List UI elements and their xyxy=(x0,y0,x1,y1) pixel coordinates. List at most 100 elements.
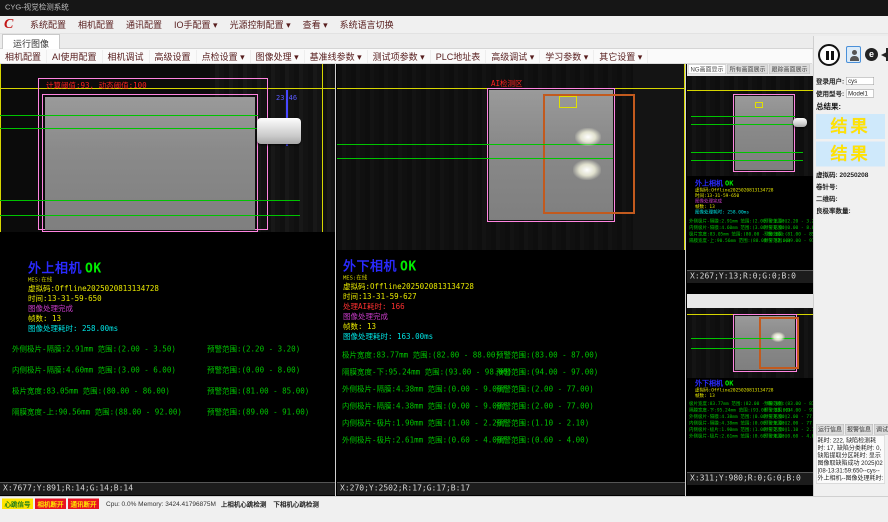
exit-button[interactable] xyxy=(881,47,888,63)
defect-box xyxy=(559,96,577,108)
guide-line-yellow xyxy=(0,64,1,232)
view-tab-ng[interactable]: NG画面显示 xyxy=(688,65,726,75)
menu-camera-config[interactable]: 相机配置 xyxy=(72,18,120,31)
tool-image-processing[interactable]: 图像处理 ▾ xyxy=(251,50,305,63)
process-elapsed: 图像处理耗时: 163.00ms xyxy=(343,332,685,342)
result-ok: OK xyxy=(85,261,102,276)
main-content: 计算阈值:93, 动态阈值:100 23.46 外上相机OK MES:在线 虚拟… xyxy=(0,64,888,496)
window-title: CYG-视觉检测系统 xyxy=(0,0,888,12)
camera-status-badge: 相机断开 xyxy=(35,499,66,510)
measure-line-green xyxy=(0,115,258,116)
tool-other-settings[interactable]: 其它设置 ▾ xyxy=(594,50,648,63)
tool-advanced-debug[interactable]: 高级调试 ▾ xyxy=(486,50,540,63)
measurement-row: 内侧极片-隔膜:4.38mm 范围:(0.00 - 9.00)预警范围:(2.0… xyxy=(342,398,685,415)
mini-view-upper[interactable]: 外上相机OK 虚拟码:Offline2025020813134728 时间:13… xyxy=(687,76,813,294)
pixel-coord-bar: X:270;Y:2502;R:17;G:17;B:17 xyxy=(337,482,685,495)
ai-detect-rect xyxy=(543,94,635,214)
app-logo-icon: C xyxy=(4,18,20,32)
mini-view-column: NG画面显示所有画面展示跟踪画面展示 xyxy=(687,64,813,496)
frame-count: 帧数: 13 xyxy=(343,322,685,332)
user-icon xyxy=(852,50,857,55)
menu-io-config[interactable]: IO手配置 ▾ xyxy=(168,18,224,31)
result-block-2: 结果 xyxy=(816,142,885,167)
menu-light-config[interactable]: 光源控制配置 ▾ xyxy=(224,18,297,31)
measurement-row: 极片宽度:83.05mm 范围:(80.00 - 86.00)预警范围:(81.… xyxy=(12,381,335,402)
right-sidebar: e 登录用户:cys 使用型号:Model1 总结果: 结果 结果 虚拟码: 2… xyxy=(813,36,888,496)
model-value[interactable]: Model1 xyxy=(846,89,874,97)
tool-spot-check[interactable]: 点检设置 ▾ xyxy=(197,50,251,63)
status-bar: 心跳信号 相机断开 通讯断开 Cpu: 0.0% Memory: 3424.41… xyxy=(0,496,888,522)
info-tab-debug[interactable]: 调试信息 xyxy=(874,424,888,435)
info-tab-run[interactable]: 运行信息 xyxy=(816,424,844,435)
menu-language-switch[interactable]: 系统语言切换 xyxy=(334,18,400,31)
pixel-coord-bar: X:7677;Y:891;R:14;G:14;B:14 xyxy=(0,482,335,495)
mini-image-lower xyxy=(687,308,813,378)
camera-name: 外上相机 xyxy=(28,261,82,276)
pause-button[interactable] xyxy=(818,44,840,66)
pixel-coord-bar: X:267;Y:13;R:0;G:0;B:0 xyxy=(687,270,813,283)
camera-image-lower: AI检测区 xyxy=(337,64,685,250)
app-window: CYG-视觉检测系统 C 系统配置 相机配置 通讯配置 IO手配置 ▾ 光源控制… xyxy=(0,0,888,522)
tool-learning-params[interactable]: 学习参数 ▾ xyxy=(540,50,594,63)
capture-time: 时间:13-31-59-650 xyxy=(28,294,335,304)
view-tab-all[interactable]: 所有画面展示 xyxy=(727,65,768,75)
model-label: 使用型号: xyxy=(816,89,844,99)
run-log[interactable]: 耗时: 222, 缺陷检测耗时: 17, 缺陷分类耗时: 0, 缺陷提取分区耗时… xyxy=(816,436,885,484)
process-done: 图像处理完成 xyxy=(28,304,335,314)
user-button[interactable] xyxy=(846,46,861,63)
lower-cam-heartbeat: 下相机心跳检测 xyxy=(273,499,319,509)
tool-advanced-settings[interactable]: 高级设置 xyxy=(150,50,197,63)
measurement-row: 隔膜宽度-下:95.24mm 范围:(93.00 - 98.00)预警范围:(9… xyxy=(342,364,685,381)
virtual-code-label: 虚拟码: xyxy=(816,171,838,179)
virtual-code-value: 20250208 xyxy=(839,171,868,179)
result-block-1: 结果 xyxy=(816,114,885,139)
sidebar-buttons: e xyxy=(816,44,888,70)
tool-camera-config[interactable]: 相机配置 xyxy=(0,50,47,63)
ai-region-label: AI检测区 xyxy=(491,78,523,89)
qrcode-label: 二维码: xyxy=(816,193,888,205)
capture-time: 时间:13-31-59-627 xyxy=(343,292,685,302)
virtual-code: 虚拟码:Offline2025020813134728 xyxy=(28,284,335,294)
mes-status: MES:在线 xyxy=(343,274,685,282)
tab-run-image[interactable]: 运行图像 xyxy=(2,34,60,49)
blue-measure-value: 23.46 xyxy=(276,94,297,102)
view-tab-track[interactable]: 跟踪画面展示 xyxy=(769,65,810,75)
virtual-code: 虚拟码:Offline2025020813134728 xyxy=(343,282,685,292)
guide-line-yellow xyxy=(684,64,685,250)
measurement-row: 外侧极片-隔膜:4.38mm 范围:(0.00 - 9.00)预警范围:(2.0… xyxy=(342,381,685,398)
tool-test-params[interactable]: 测试项参数 ▾ xyxy=(368,50,431,63)
menu-comm-config[interactable]: 通讯配置 xyxy=(120,18,168,31)
login-user-value[interactable]: cys xyxy=(846,77,874,85)
frame-count: 帧数: 13 xyxy=(28,314,335,324)
ai-elapsed: 处理AI耗时: 166 xyxy=(343,302,685,312)
measure-line-green xyxy=(0,215,300,216)
camera-view-lower: AI检测区 外下相机OK MES:在线 虚拟码:Offline202502081… xyxy=(337,64,686,496)
tool-baseline-params[interactable]: 基准线参数 ▾ xyxy=(305,50,368,63)
camera-name: 外下相机 xyxy=(343,259,397,274)
total-result-label: 总结果: xyxy=(816,101,888,112)
tool-plc-address-table[interactable]: PLC地址表 xyxy=(431,50,487,63)
title-bar: CYG-视觉检测系统 xyxy=(0,0,888,16)
measure-line-green xyxy=(337,158,613,159)
menu-bar: C 系统配置 相机配置 通讯配置 IO手配置 ▾ 光源控制配置 ▾ 查看 ▾ 系… xyxy=(0,16,888,34)
info-tab-alarm[interactable]: 报警信息 xyxy=(845,424,873,435)
view-mode-tabs: NG画面显示所有画面展示跟踪画面展示 xyxy=(687,64,813,76)
roller-tool xyxy=(257,118,301,144)
tool-camera-debug[interactable]: 相机调试 xyxy=(103,50,150,63)
reflection-glow xyxy=(575,128,601,146)
roller-tool xyxy=(793,118,807,127)
sidebar-form: 登录用户:cys 使用型号:Model1 总结果: 结果 结果 虚拟码: 202… xyxy=(816,76,888,246)
threshold-label: 计算阈值:93, 动态阈值:100 xyxy=(46,80,147,91)
menu-view[interactable]: 查看 ▾ xyxy=(297,18,334,31)
sidebar-info: 运行信息 报警信息 调试信息 耗时: 222, 缺陷检测耗时: 17, 缺陷分类… xyxy=(816,424,852,457)
mini-image-upper xyxy=(687,76,813,176)
tool-ai-usage-config[interactable]: AI使用配置 xyxy=(47,50,103,63)
measurement-row: 隔膜宽度-上:90.56mm 范围:(88.00 - 92.00)预警范围:(8… xyxy=(12,402,335,423)
menu-system-config[interactable]: 系统配置 xyxy=(24,18,72,31)
heartbeat-badge: 心跳信号 xyxy=(2,499,33,510)
process-elapsed: 图像处理耗时: 258.00ms xyxy=(28,324,335,334)
upper-cam-heartbeat: 上相机心跳检测 xyxy=(221,499,267,509)
good-count-label: 良极率数量: xyxy=(816,205,888,217)
power-button[interactable]: e xyxy=(865,48,878,61)
mini-view-lower[interactable]: 外下相机OK 虚拟码:Offline2025020813134728 帧数: 1… xyxy=(687,308,813,496)
